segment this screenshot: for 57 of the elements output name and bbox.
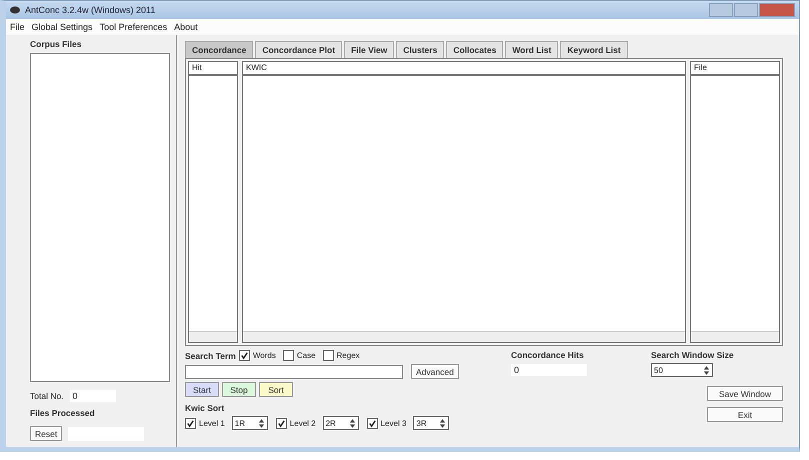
checkbox-label: Level 2 xyxy=(290,418,316,428)
scroll-bar[interactable] xyxy=(189,331,237,342)
kwic-sort-label: Kwic Sort xyxy=(185,403,226,413)
action-button[interactable]: Stop xyxy=(222,382,256,397)
hits-label: Concordance Hits xyxy=(511,350,585,360)
tab[interactable]: Keyword List xyxy=(560,41,628,58)
column-header: Hit xyxy=(189,62,237,76)
tab[interactable]: Concordance xyxy=(185,41,254,58)
checkbox-label: Words xyxy=(252,351,276,360)
column-header: KWIC xyxy=(243,62,685,76)
app-icon xyxy=(10,6,20,14)
checkbox[interactable] xyxy=(276,418,287,428)
spin-arrows-icon[interactable] xyxy=(439,418,446,428)
tab[interactable]: File View xyxy=(344,41,394,58)
panel-label: Corpus Files xyxy=(30,39,82,49)
checkbox-label: Level 1 xyxy=(199,418,225,428)
action-button[interactable]: Sort xyxy=(259,382,293,397)
checkbox[interactable] xyxy=(322,350,334,361)
menu-item[interactable]: File xyxy=(10,22,25,32)
spin-arrows-icon[interactable] xyxy=(348,418,356,428)
reset-button[interactable]: Reset xyxy=(30,426,62,441)
checkbox-label: Level 3 xyxy=(380,418,406,428)
scroll-bar[interactable] xyxy=(691,331,779,342)
spinner-field[interactable]: 1R xyxy=(232,416,268,430)
tab[interactable]: Word List xyxy=(505,41,558,58)
checkbox-label: Regex xyxy=(336,351,360,360)
hits-value: 0 xyxy=(511,364,587,376)
tab[interactable]: Clusters xyxy=(396,41,444,58)
checkbox[interactable] xyxy=(185,418,196,428)
checkbox-label: Case xyxy=(296,351,316,360)
tab[interactable]: Concordance Plot xyxy=(255,41,342,58)
window-title: AntConc 3.2.4w (Windows) 2011 xyxy=(25,5,156,15)
spin-arrows-icon[interactable] xyxy=(703,364,710,376)
total-label: Total No. xyxy=(30,391,64,401)
menu-item[interactable]: Tool Preferences xyxy=(100,22,168,32)
spin-arrows-icon[interactable] xyxy=(258,418,265,428)
checkbox[interactable] xyxy=(282,350,294,361)
spinner-field[interactable]: 2R xyxy=(322,416,359,430)
menu-item[interactable]: Global Settings xyxy=(32,22,93,32)
checkbox[interactable] xyxy=(238,350,250,361)
scroll-bar[interactable] xyxy=(243,331,685,342)
window-size-label: Search Window Size xyxy=(651,350,735,360)
spinner-field[interactable]: 3R xyxy=(413,416,450,430)
advanced-button[interactable]: Advanced xyxy=(411,364,459,379)
search-field[interactable] xyxy=(185,364,403,378)
window-button[interactable]: Exit xyxy=(707,407,783,422)
checkbox[interactable] xyxy=(366,418,378,428)
window-button[interactable]: Save Window xyxy=(707,386,783,401)
action-button[interactable]: Start xyxy=(185,382,219,397)
files-processed-label: Files Processed xyxy=(30,408,96,418)
total-value: 0 xyxy=(70,390,116,402)
column-header: File xyxy=(691,62,779,76)
file-list[interactable] xyxy=(30,53,170,382)
spinner-field[interactable]: 50 xyxy=(651,363,713,377)
search-term-label: Search Term xyxy=(185,350,236,360)
tab[interactable]: Collocates xyxy=(446,41,504,58)
menu-item[interactable]: About xyxy=(174,22,198,32)
